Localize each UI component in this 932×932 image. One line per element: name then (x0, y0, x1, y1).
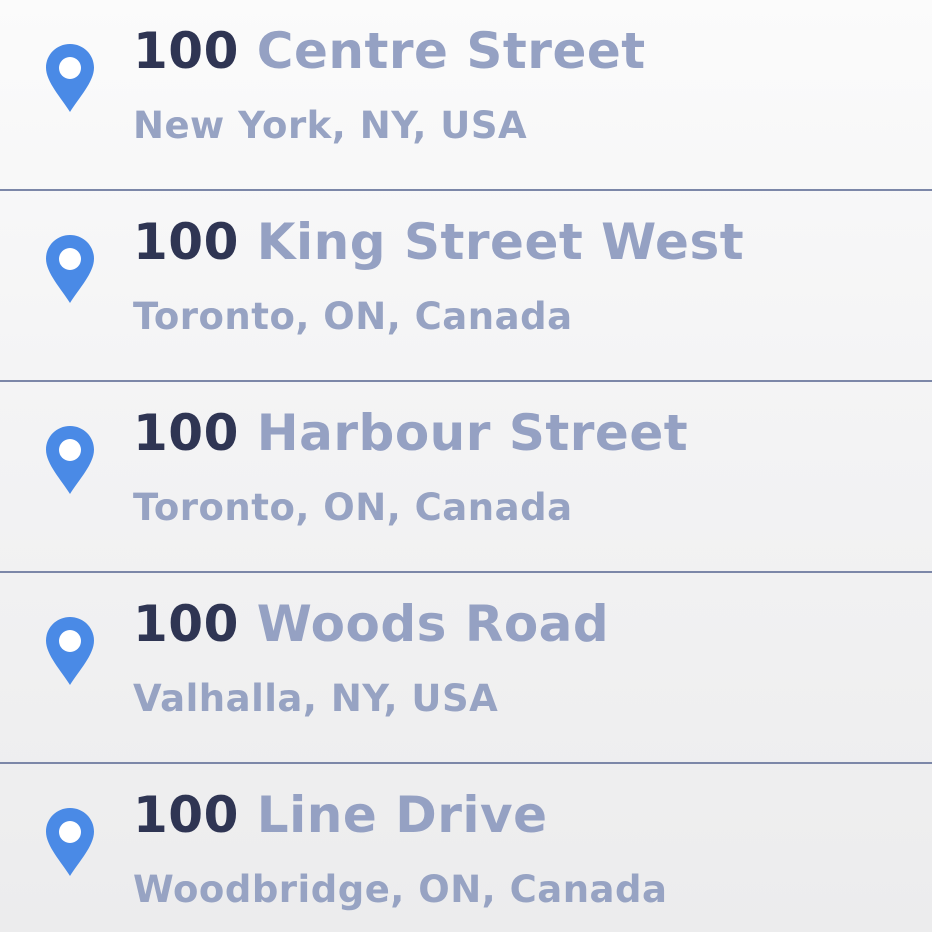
map-pin-icon (44, 233, 96, 305)
street-name: King Street West (256, 213, 745, 271)
address-location: Valhalla, NY, USA (133, 677, 499, 720)
address-title: 100 Centre Street (133, 24, 646, 79)
map-pin-icon (44, 615, 96, 687)
address-title: 100 Harbour Street (133, 406, 688, 461)
address-title: 100 Woods Road (133, 597, 609, 652)
address-suggestion-item[interactable]: 100 Woods Road Valhalla, NY, USA (0, 573, 932, 764)
street-name: Woods Road (256, 595, 610, 653)
street-number: 100 (133, 786, 239, 844)
address-title: 100 King Street West (133, 215, 744, 270)
street-name: Harbour Street (256, 404, 689, 462)
address-location: Woodbridge, ON, Canada (133, 868, 668, 911)
address-suggestions-list: 100 Centre Street New York, NY, USA 100 … (0, 0, 932, 932)
map-pin-icon (44, 806, 96, 878)
street-name: Line Drive (256, 786, 548, 844)
map-pin-icon (44, 424, 96, 496)
map-pin-icon (44, 42, 96, 114)
street-number: 100 (133, 22, 239, 80)
address-suggestion-item[interactable]: 100 Line Drive Woodbridge, ON, Canada (0, 764, 932, 928)
street-number: 100 (133, 595, 239, 653)
street-number: 100 (133, 404, 239, 462)
street-name: Centre Street (256, 22, 646, 80)
street-number: 100 (133, 213, 239, 271)
address-suggestion-item[interactable]: 100 Centre Street New York, NY, USA (0, 0, 932, 191)
address-location: New York, NY, USA (133, 104, 528, 147)
address-location: Toronto, ON, Canada (133, 486, 573, 529)
address-suggestion-item[interactable]: 100 Harbour Street Toronto, ON, Canada (0, 382, 932, 573)
address-title: 100 Line Drive (133, 788, 548, 843)
address-location: Toronto, ON, Canada (133, 295, 573, 338)
address-suggestion-item[interactable]: 100 King Street West Toronto, ON, Canada (0, 191, 932, 382)
